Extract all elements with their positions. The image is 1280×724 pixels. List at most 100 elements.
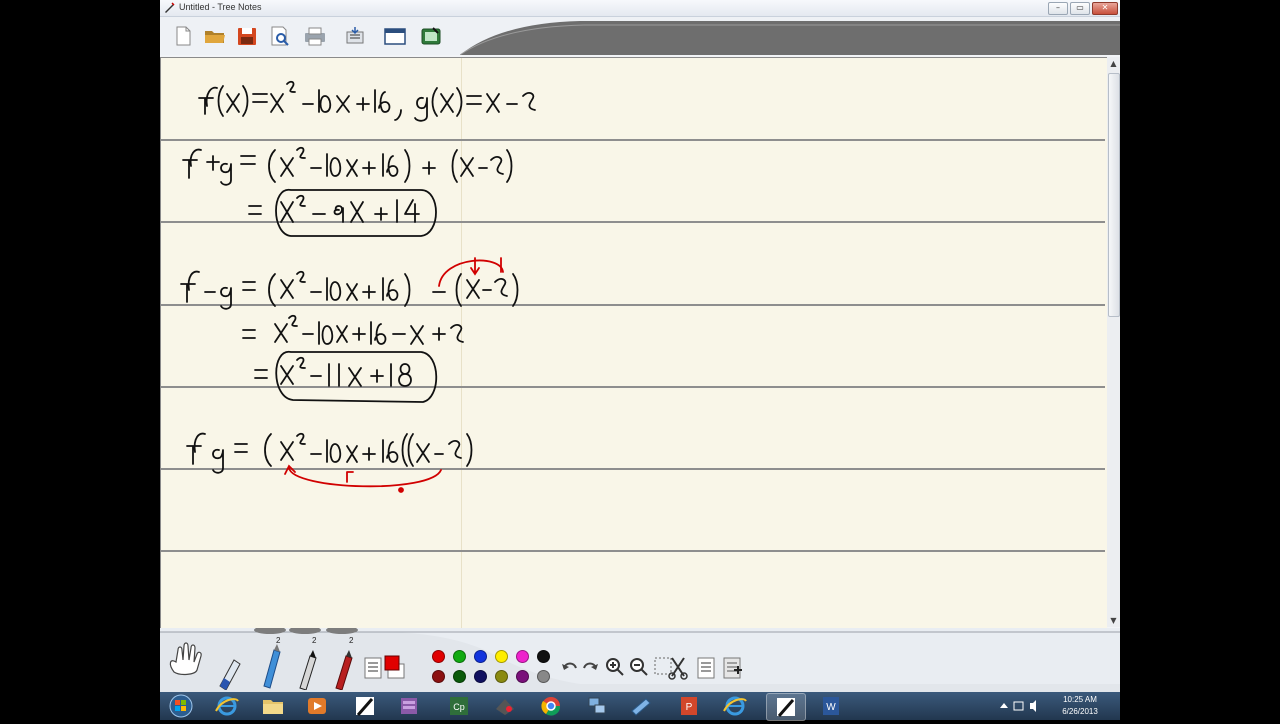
tree-notes-icon [777,698,795,717]
taskbar-cp-button[interactable]: Cp [440,693,478,719]
taskbar-pen-button[interactable] [346,693,384,719]
taskbar-archive-button[interactable] [390,693,428,719]
scroll-down-arrow-icon[interactable]: ▼ [1107,614,1120,627]
undo-button[interactable] [560,658,580,682]
pen-tool-2-button[interactable] [296,650,318,692]
window-icon [384,28,406,45]
pen-tool-3-button[interactable] [332,650,354,692]
window-title: Untitled - Tree Notes [179,2,262,12]
printer-icon [305,27,325,46]
clock[interactable]: 10:25 AM 6/26/2013 [1050,694,1110,718]
print-preview-button[interactable] [266,24,292,48]
svg-text:P: P [686,702,693,713]
archive-icon [401,698,417,714]
ink-line-4 [180,270,519,310]
close-button[interactable]: ✕ [1092,2,1118,15]
color-dot[interactable] [495,650,508,663]
pen-icon-black [299,650,317,691]
title-bar: Untitled - Tree Notes – ▭ ✕ [160,0,1120,17]
network-icon [588,697,606,714]
redo-icon [583,662,598,670]
save-icon [238,28,256,45]
taskbar-media-button[interactable] [298,693,336,719]
pen-palette: 2 2 2 [160,628,1120,692]
taskbar-notes-button[interactable] [622,693,660,719]
scroll-up-arrow-icon[interactable]: ▲ [1107,57,1120,70]
color-dot[interactable] [432,670,445,683]
svg-text:W: W [826,702,836,713]
pen-app-icon [356,697,374,716]
color-dot[interactable] [474,670,487,683]
show-hidden-icon [1000,703,1008,708]
ink-line-1 [198,80,536,122]
taskbar-chrome-button[interactable] [532,693,570,719]
note-page[interactable] [160,57,1107,628]
distribute-arrow [438,259,504,287]
powerpoint-icon: P [681,697,697,715]
start-button[interactable] [162,693,200,719]
capture-icon [421,27,441,45]
app-window: Untitled - Tree Notes – ▭ ✕ ▲ ▼ 2 2 2 [160,0,1120,692]
folder-icon [205,31,225,43]
redo-button[interactable] [580,658,600,682]
fullscreen-button[interactable] [382,24,408,48]
taskbar-tool-button[interactable] [486,693,524,719]
current-color-swatch[interactable] [384,654,406,684]
color-dot[interactable] [453,670,466,683]
open-button[interactable] [202,24,228,48]
scissors-icon [654,657,688,680]
chrome-icon [541,697,561,716]
add-page-icon [723,657,742,679]
zoom-in-icon [606,658,624,676]
taskbar-explorer-button[interactable] [254,693,292,719]
page-list-icon [697,657,715,679]
word-icon: W [823,697,839,715]
ink-line-5 [242,314,464,345]
eraser-button[interactable] [214,656,242,692]
color-dot[interactable] [432,650,445,663]
color-dot[interactable] [516,670,529,683]
handwritten-ink [180,80,536,493]
taskbar-ie-button[interactable] [208,693,246,719]
color-dot[interactable] [537,670,550,683]
app-logo-icon [165,2,175,13]
color-dot[interactable] [453,650,466,663]
capture-button[interactable] [418,24,444,48]
select-cut-button[interactable] [654,654,688,684]
ink-line-6 [254,351,438,403]
color-swatch-icon [384,655,405,679]
internet-explorer-icon [215,696,239,716]
print-button[interactable] [302,24,328,48]
taskbar-network-button[interactable] [578,693,616,719]
line-style-button[interactable] [364,656,384,684]
ink-line-3 [248,189,437,237]
maximize-button[interactable]: ▭ [1070,2,1090,15]
taskbar-word-button[interactable]: W [812,693,850,719]
main-toolbar [160,17,1120,55]
color-dot[interactable] [516,650,529,663]
minimize-button[interactable]: – [1048,2,1068,15]
scroll-thumb[interactable] [1108,73,1120,317]
color-dot[interactable] [474,650,487,663]
zoom-out-button[interactable] [628,656,650,682]
pen-width-3: 2 [349,636,354,645]
pen-tool-1-button[interactable] [260,642,282,692]
add-page-button[interactable] [722,656,744,684]
taskbar-treenotes-active[interactable] [766,693,806,721]
color-dot[interactable] [495,670,508,683]
zoom-in-button[interactable] [604,656,626,682]
taskbar-ie2-button[interactable] [716,693,754,719]
page-list-button[interactable] [696,656,718,684]
taskbar-powerpoint-button[interactable]: P [670,693,708,719]
zoom-out-icon [630,658,648,676]
multiply-arrow-1 [288,467,442,488]
paste-icon [346,27,364,44]
ink-line-7 [186,432,473,474]
hand-tool-button[interactable] [166,642,206,682]
clock-time: 10:25 AM [1063,695,1097,704]
color-dot[interactable] [537,650,550,663]
save-button[interactable] [234,24,260,48]
vertical-scrollbar[interactable]: ▲ ▼ [1107,57,1120,627]
new-page-button[interactable] [170,24,196,48]
paste-button[interactable] [342,24,368,48]
